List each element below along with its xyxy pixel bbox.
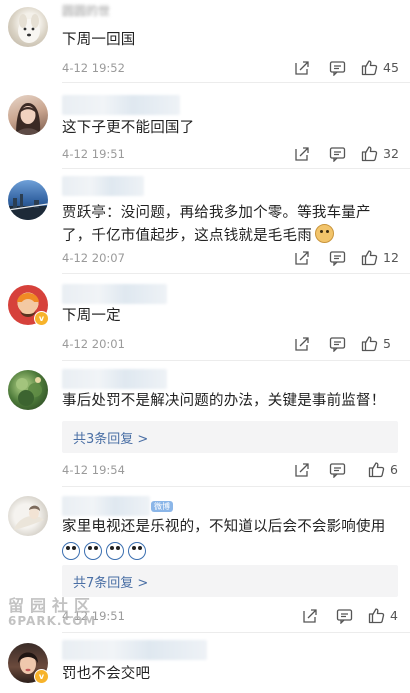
username-blurred[interactable] (62, 176, 144, 196)
thumbs-up-icon (368, 461, 385, 477)
comment-icon (329, 61, 346, 76)
share-icon (295, 61, 309, 75)
thumbs-up-icon (361, 59, 378, 75)
like-count: 32 (383, 145, 399, 161)
username-blurred[interactable]: 圆圆的世 (62, 2, 132, 22)
doge-emoji (314, 224, 334, 243)
share-icon (295, 147, 309, 161)
like-count: 45 (383, 59, 399, 75)
comment-icon (329, 463, 346, 478)
comment-button[interactable] (329, 461, 346, 479)
comment-icon (336, 609, 353, 624)
username-blurred[interactable] (62, 640, 207, 660)
username[interactable]: 圆圆的世 (62, 2, 132, 19)
divider (62, 273, 410, 274)
like-button[interactable]: 12 (361, 248, 399, 266)
emoji-row (62, 540, 150, 560)
plant-avatar-image (16, 377, 42, 406)
divider (62, 168, 410, 169)
cry-emoji (128, 541, 146, 560)
cry-emoji (62, 541, 80, 560)
divider (62, 486, 410, 487)
avatar[interactable] (8, 180, 48, 220)
divider (62, 360, 410, 361)
share-button[interactable] (302, 607, 318, 625)
user-tag-badge: 微博 (151, 501, 173, 512)
avatar[interactable]: v (8, 285, 49, 326)
divider (62, 632, 410, 633)
comment-text: 下周一回国 (62, 32, 136, 48)
comment-button[interactable] (329, 145, 346, 163)
comment-text: 家里电视还是乐视的，不知道以后会不会影响使用 (62, 519, 386, 535)
like-button[interactable]: 45 (361, 58, 399, 76)
comment-text: 下周一定 (62, 308, 121, 324)
site-watermark: 留园社区 6PARK.COM (8, 592, 100, 628)
comment-time: 4-12 20:07 (62, 251, 125, 265)
like-button[interactable]: 4 (368, 606, 398, 624)
comment-button[interactable] (329, 335, 346, 353)
person-avatar-image (14, 505, 44, 530)
comment-icon (329, 337, 346, 352)
share-icon (295, 251, 309, 265)
avatar[interactable]: v (8, 643, 49, 684)
comment-icon (329, 147, 346, 162)
comment-time: 4-12 19:51 (62, 147, 125, 161)
comment-text: 贾跃亭：没问题，再给我多加个零。等我车量产了，千亿市值起步，这点钱就是毛毛雨 (62, 202, 398, 247)
share-button[interactable] (294, 335, 310, 353)
comment-text: 事后处罚不是解决问题的办法，关键是事前监督！ (62, 393, 386, 409)
cry-emoji (84, 541, 102, 560)
thumbs-up-icon (361, 145, 378, 161)
username-blurred[interactable] (62, 95, 180, 115)
share-button[interactable] (294, 59, 310, 77)
like-button[interactable]: 32 (361, 144, 399, 162)
share-icon (295, 337, 309, 351)
like-button[interactable]: 5 (361, 334, 391, 352)
city-avatar-image (8, 194, 48, 220)
woman-avatar-image (16, 103, 41, 135)
comment-time: 4-12 20:01 (62, 337, 125, 351)
share-icon (295, 463, 309, 477)
verified-badge-icon: v (34, 669, 49, 684)
avatar[interactable] (8, 370, 48, 410)
username-blurred[interactable] (62, 369, 167, 389)
watermark-cn: 留园社区 (8, 596, 97, 615)
share-button[interactable] (294, 249, 310, 267)
avatar[interactable] (8, 95, 48, 135)
comment-button[interactable] (336, 607, 353, 625)
replies-link[interactable]: 共3条回复 > (73, 428, 148, 447)
comment-button[interactable] (329, 249, 346, 267)
watermark-en: 6PARK.COM (8, 614, 97, 628)
dog-avatar-image (18, 14, 40, 43)
like-button[interactable]: 6 (368, 460, 398, 478)
thumbs-up-icon (361, 249, 378, 265)
like-count: 5 (383, 335, 391, 351)
comment-icon (329, 251, 346, 266)
comment-time: 4-12 19:52 (62, 61, 125, 75)
avatar[interactable] (8, 496, 48, 536)
share-button[interactable] (294, 145, 310, 163)
replies-link[interactable]: 共7条回复 > (73, 572, 148, 591)
like-count: 6 (390, 461, 398, 477)
thumbs-up-icon (361, 335, 378, 351)
comment-button[interactable] (329, 59, 346, 77)
view-replies-button[interactable]: 共3条回复 > (62, 421, 398, 453)
comment-time: 4-12 19:54 (62, 463, 125, 477)
cry-emoji (106, 541, 124, 560)
username-blurred[interactable] (62, 496, 150, 516)
divider (62, 82, 410, 83)
comment-text: 这下子更不能回国了 (62, 120, 195, 136)
view-replies-button[interactable]: 共7条回复 > (62, 565, 398, 597)
verified-badge-icon: v (34, 311, 49, 326)
avatar[interactable] (8, 7, 48, 47)
share-button[interactable] (294, 461, 310, 479)
comment-text: 罚也不会交吧 (62, 666, 151, 682)
share-icon (303, 609, 317, 623)
thumbs-up-icon (368, 607, 385, 623)
username-blurred[interactable] (62, 284, 167, 304)
like-count: 4 (390, 607, 398, 623)
like-count: 12 (383, 249, 399, 265)
